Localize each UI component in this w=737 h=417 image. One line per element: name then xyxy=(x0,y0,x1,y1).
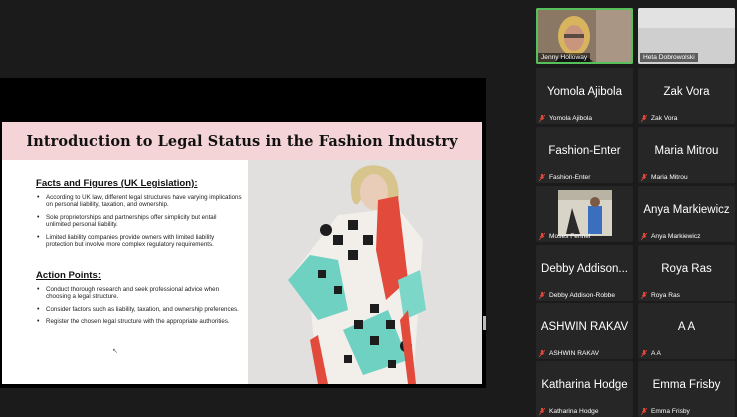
mic-muted-icon xyxy=(539,233,545,240)
participant-name-label: Fashion-Enter xyxy=(539,174,590,181)
participant-name: Emma Frisby xyxy=(652,379,721,391)
participant-name-label: ASHWIN RAKAV xyxy=(539,350,599,357)
participant-name: Yomola Ajibola xyxy=(546,86,623,98)
participant-tile[interactable]: Yomola Ajibola Yomola Ajibola xyxy=(536,68,633,124)
slide-title: Introduction to Legal Status in the Fash… xyxy=(26,132,458,150)
participant-name: Debby Addison... xyxy=(541,263,628,275)
participant-tile[interactable]: Moses Fennel xyxy=(536,186,633,242)
slide-title-bar: Introduction to Legal Status in the Fash… xyxy=(2,122,482,160)
participant-tile[interactable]: Heta Dobrowolski xyxy=(638,8,735,64)
participant-name: Fashion-Enter xyxy=(548,145,621,157)
participant-name-label: Maria Mitrou xyxy=(641,174,688,181)
slide-text-panel: Facts and Figures (UK Legislation): Acco… xyxy=(2,160,248,384)
participant-name-label: Zak Vora xyxy=(641,115,677,122)
mic-muted-icon xyxy=(641,174,647,181)
participant-name: Maria Mitrou xyxy=(654,145,719,157)
participant-tile[interactable]: Roya Ras Roya Ras xyxy=(638,245,735,301)
facts-bullet: Sole proprietorships and partnerships of… xyxy=(36,214,242,229)
action-bullet: Register the chosen legal structure with… xyxy=(36,318,242,326)
mic-muted-icon xyxy=(539,292,545,299)
scroll-handle[interactable] xyxy=(483,316,486,330)
mic-muted-icon xyxy=(539,408,545,415)
participant-name: Zak Vora xyxy=(663,86,710,98)
action-points-bullet-list: Conduct thorough research and seek profe… xyxy=(36,286,242,331)
mic-muted-icon xyxy=(641,350,647,357)
presentation-slide: Introduction to Legal Status in the Fash… xyxy=(2,122,482,384)
mic-muted-icon xyxy=(539,174,545,181)
fashion-model-photo xyxy=(248,160,482,384)
participant-name: A A xyxy=(677,321,696,333)
participant-tile[interactable]: Jenny Holloway xyxy=(536,8,633,64)
participant-name-label: Anya Markiewicz xyxy=(641,233,700,240)
facts-bullet-list: According to UK law, different legal str… xyxy=(36,194,242,253)
action-bullet: Consider factors such as liability, taxa… xyxy=(36,306,242,314)
facts-heading: Facts and Figures (UK Legislation): xyxy=(36,178,198,189)
fashion-model-illustration xyxy=(248,160,482,384)
participant-tile[interactable]: Fashion-Enter Fashion-Enter xyxy=(536,127,633,183)
participant-name-label: Roya Ras xyxy=(641,292,680,299)
facts-bullet: Limited liability companies provide owne… xyxy=(36,234,242,249)
participant-tile[interactable]: A A A A xyxy=(638,303,735,359)
mic-muted-icon xyxy=(641,233,647,240)
action-points-heading: Action Points: xyxy=(36,270,102,281)
participant-name: ASHWIN RAKAV xyxy=(540,321,629,333)
participant-name-label: A A xyxy=(641,350,661,357)
facts-bullet: According to UK law, different legal str… xyxy=(36,194,242,209)
mouse-cursor-icon: ↖ xyxy=(112,348,118,355)
participant-tile[interactable]: Anya Markiewicz Anya Markiewicz xyxy=(638,186,735,242)
mic-muted-icon xyxy=(539,115,545,122)
participant-name: Katharina Hodge xyxy=(541,379,628,391)
participant-tile[interactable]: Zak Vora Zak Vora xyxy=(638,68,735,124)
shared-screen: Introduction to Legal Status in the Fash… xyxy=(0,78,486,388)
participant-name: Anya Markiewicz xyxy=(643,204,730,216)
participant-tile[interactable]: Emma Frisby Emma Frisby xyxy=(638,361,735,417)
participant-name: Roya Ras xyxy=(661,263,712,275)
mic-muted-icon xyxy=(539,350,545,357)
participant-name-label: Moses Fennel xyxy=(539,233,590,240)
mic-muted-icon xyxy=(641,292,647,299)
participant-name-label: Heta Dobrowolski xyxy=(640,53,698,62)
participant-tile[interactable]: Maria Mitrou Maria Mitrou xyxy=(638,127,735,183)
mic-muted-icon xyxy=(641,408,647,415)
participant-tile[interactable]: ASHWIN RAKAV ASHWIN RAKAV xyxy=(536,303,633,359)
participant-tile[interactable]: Katharina Hodge Katharina Hodge xyxy=(536,361,633,417)
mic-muted-icon xyxy=(641,115,647,122)
participant-name-label: Debby Addison-Robbe xyxy=(539,292,615,299)
participant-name-label: Katharina Hodge xyxy=(539,408,599,415)
participant-tile[interactable]: Debby Addison... Debby Addison-Robbe xyxy=(536,245,633,301)
participant-name-label: Jenny Holloway xyxy=(538,53,591,62)
participant-name-label: Emma Frisby xyxy=(641,408,690,415)
participant-name-label: Yomola Ajibola xyxy=(539,115,592,122)
action-bullet: Conduct thorough research and seek profe… xyxy=(36,286,242,301)
